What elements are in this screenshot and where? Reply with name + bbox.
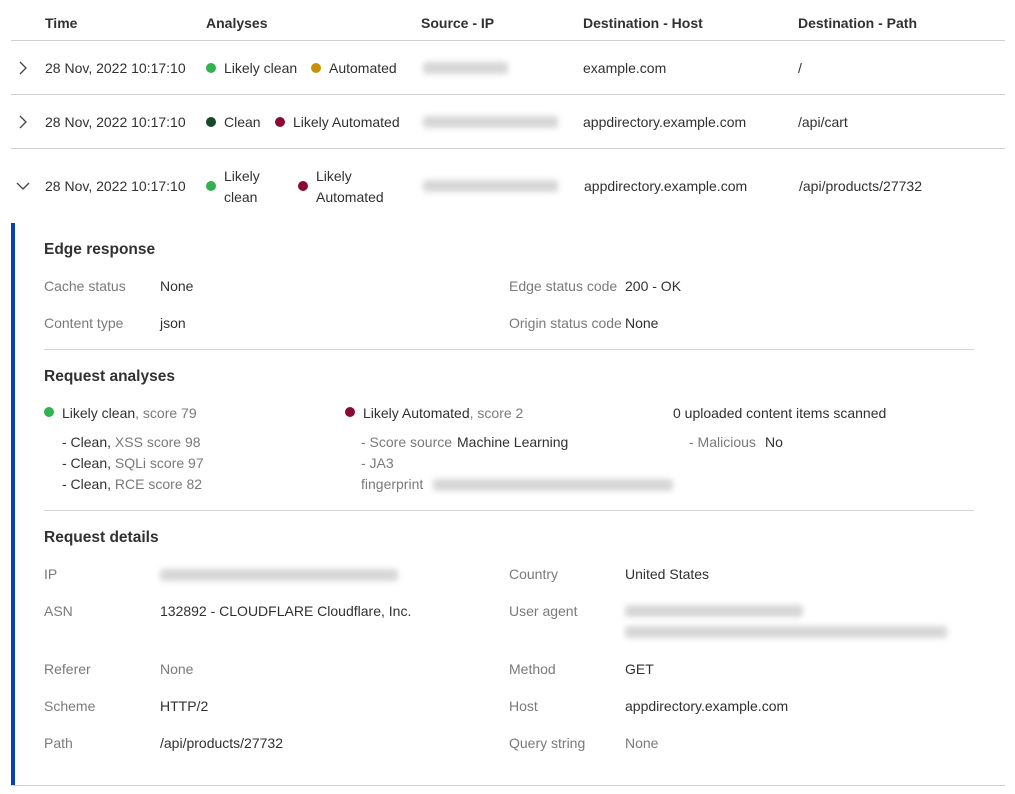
row-analysis-2-line-2: Automated (316, 189, 384, 205)
likely-clean-dot-icon (44, 407, 54, 417)
section-divider (44, 510, 974, 511)
likely-clean-heading: Likely clean, score 79 (62, 404, 197, 422)
uploaded-content-title: 0 uploaded content items scanned (673, 405, 887, 421)
malicious-label: - Malicious (689, 434, 756, 450)
likely-automated-score: , score 2 (469, 405, 524, 421)
likely-automated-title: Likely Automated (363, 405, 470, 421)
row-time: 28 Nov, 2022 10:17:10 (45, 60, 186, 76)
likely-automated-dot-icon (275, 117, 285, 127)
list-item: - Clean, RCE score 82 (62, 475, 202, 493)
list-item-prefix: - Clean, (62, 434, 115, 450)
cache-status-value: None (160, 278, 194, 294)
redacted-user-agent-line-2 (625, 626, 947, 638)
edge-status-value: 200 - OK (625, 278, 682, 294)
path-label: Path (44, 735, 73, 751)
origin-status-label: Origin status code (509, 315, 622, 331)
expanded-accent-bar (11, 223, 15, 786)
asn-label: ASN (44, 603, 73, 619)
likely-clean-dot-icon (206, 181, 216, 191)
redacted-source-ip (423, 180, 558, 192)
host-value: appdirectory.example.com (625, 698, 789, 714)
cache-status-label: Cache status (44, 278, 126, 294)
column-header-time[interactable]: Time (45, 14, 77, 32)
column-header-source-ip[interactable]: Source - IP (421, 14, 494, 32)
score-source-value: Machine Learning (457, 434, 569, 450)
list-item-text: RCE score 82 (114, 476, 203, 492)
column-header-destination-path[interactable]: Destination - Path (798, 14, 917, 32)
column-header-analyses[interactable]: Analyses (206, 14, 267, 32)
likely-automated-dot-icon (298, 181, 308, 191)
redacted-source-ip (423, 116, 558, 128)
scheme-label: Scheme (44, 698, 96, 714)
chevron-right-icon[interactable] (15, 114, 31, 130)
score-source-label: - Score source (361, 434, 453, 450)
clean-dot-icon (206, 117, 216, 127)
request-details-title: Request details (44, 529, 159, 546)
row-time: 28 Nov, 2022 10:17:10 (45, 114, 186, 130)
country-label: Country (509, 566, 559, 582)
list-item-prefix: - Clean, (62, 476, 115, 492)
chevron-right-icon[interactable] (15, 60, 31, 76)
redacted-source-ip (423, 62, 508, 74)
malicious-value: No (765, 434, 783, 450)
request-analyses-title: Request analyses (44, 368, 175, 385)
asn-value: 132892 - CLOUDFLARE Cloudflare, Inc. (160, 603, 412, 619)
query-string-value: None (625, 735, 659, 751)
redacted-ip-value (160, 569, 398, 581)
path-value: /api/products/27732 (160, 735, 283, 751)
header-divider (11, 40, 1005, 41)
row-analysis-2-line-1: Likely (316, 168, 352, 184)
row-divider (11, 785, 1005, 786)
row-path: / (798, 60, 802, 76)
query-string-label: Query string (509, 735, 586, 751)
ip-label: IP (44, 566, 58, 582)
row-analysis-1-line-1: Likely (224, 168, 260, 184)
method-value: GET (625, 661, 654, 677)
likely-automated-heading: Likely Automated, score 2 (363, 404, 523, 422)
likely-clean-score: , score 79 (135, 405, 197, 421)
likely-clean-title: Likely clean (62, 405, 136, 421)
redacted-ja3-fingerprint (433, 479, 673, 491)
list-item: - Clean, SQLi score 97 (62, 454, 204, 472)
host-label: Host (509, 698, 538, 714)
ja3-label: - JA3 (361, 455, 394, 471)
content-type-value: json (160, 315, 186, 331)
redacted-user-agent-line-1 (625, 605, 803, 617)
row-host: appdirectory.example.com (584, 178, 748, 194)
content-type-label: Content type (44, 315, 124, 331)
ja3-fingerprint-label: fingerprint (361, 476, 424, 492)
row-path: /api/products/27732 (799, 178, 922, 194)
row-time: 28 Nov, 2022 10:17:10 (45, 178, 186, 194)
origin-status-value: None (625, 315, 659, 331)
referer-value: None (160, 661, 194, 677)
row-host: example.com (583, 60, 667, 76)
row-analysis-1-line-2: clean (224, 189, 258, 205)
row-analysis-2: Likely Automated (293, 114, 400, 130)
list-item: - Clean, XSS score 98 (62, 433, 201, 451)
list-item-text: SQLi score 97 (114, 455, 204, 471)
list-item-prefix: - Clean, (62, 455, 115, 471)
row-host: appdirectory.example.com (583, 114, 747, 130)
chevron-down-icon[interactable] (15, 178, 31, 194)
row-analysis-2: Automated (329, 60, 397, 76)
user-agent-label: User agent (509, 603, 578, 619)
country-value: United States (625, 566, 710, 582)
edge-response-title: Edge response (44, 241, 156, 258)
likely-clean-dot-icon (206, 63, 216, 73)
row-analysis-1: Likely clean (224, 60, 298, 76)
list-item-text: XSS score 98 (114, 434, 201, 450)
row-path: /api/cart (798, 114, 848, 130)
row-divider (11, 94, 1005, 95)
likely-automated-dot-icon (345, 407, 355, 417)
referer-label: Referer (44, 661, 91, 677)
row-divider (11, 148, 1005, 149)
section-divider (44, 349, 974, 350)
row-analysis-1: Clean (224, 114, 261, 130)
edge-status-label: Edge status code (509, 278, 618, 294)
column-header-destination-host[interactable]: Destination - Host (583, 14, 703, 32)
scheme-value: HTTP/2 (160, 698, 209, 714)
automated-dot-icon (311, 63, 321, 73)
method-label: Method (509, 661, 556, 677)
